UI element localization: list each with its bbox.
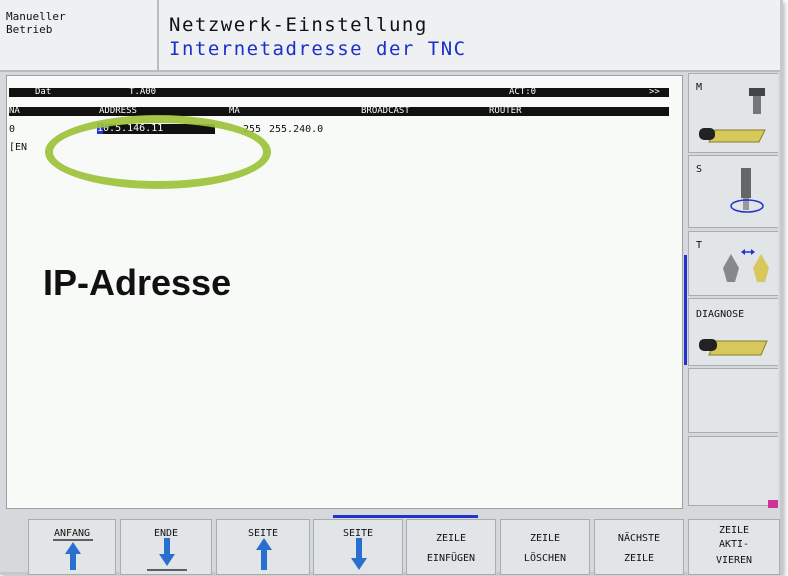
scroll-indicator bbox=[684, 255, 687, 365]
active-softkey-indicator bbox=[333, 515, 478, 518]
softkey-zeile-aktivieren-line3: VIEREN bbox=[715, 555, 753, 566]
column-header-router: ROUTER bbox=[489, 106, 522, 116]
tnc-screen: Manueller Betrieb Netzwerk-Einstellung I… bbox=[0, 0, 783, 575]
softkey-diagnose-label: DIAGNOSE bbox=[696, 309, 745, 320]
softkey-empty-5[interactable] bbox=[688, 368, 778, 433]
ip-address-annotation: IP-Adresse bbox=[43, 262, 232, 303]
file-name: T.A00 bbox=[129, 87, 157, 97]
softkey-empty-6[interactable] bbox=[688, 436, 778, 506]
softkey-zeile-einfuegen-line1: ZEILE bbox=[435, 533, 467, 544]
status-marker-icon bbox=[768, 500, 778, 508]
softkey-zeile-loeschen[interactable]: ZEILE LÖSCHEN bbox=[500, 519, 590, 575]
end-marker: [EN bbox=[9, 142, 28, 153]
machine-table-icon bbox=[699, 88, 766, 143]
arrow-up-to-top-icon bbox=[53, 539, 93, 570]
softkey-diagnose[interactable]: DIAGNOSE bbox=[688, 298, 778, 366]
highlight-ellipse bbox=[45, 115, 271, 189]
arrow-down-icon bbox=[351, 538, 367, 570]
header: Netzwerk-Einstellung Internetadresse der… bbox=[159, 0, 780, 72]
softkey-m[interactable]: M bbox=[688, 73, 778, 153]
softkey-zeile-aktivieren[interactable]: ZEILE AKTI- VIEREN bbox=[688, 519, 780, 575]
tool-change-icon bbox=[723, 249, 769, 282]
softkey-zeile-aktivieren-line1: ZEILE bbox=[718, 525, 750, 536]
softkey-seite-up[interactable]: SEITE bbox=[216, 519, 310, 575]
arrow-up-icon bbox=[256, 538, 272, 570]
mask-cell-b[interactable]: 255.240.0 bbox=[269, 124, 323, 135]
softkey-ende[interactable]: ENDE bbox=[120, 519, 212, 575]
softkey-seite-down[interactable]: SEITE bbox=[313, 519, 403, 575]
operating-mode-label: Manueller Betrieb bbox=[6, 10, 66, 36]
operating-mode-box: Manueller Betrieb bbox=[0, 0, 159, 72]
softkey-naechste-zeile[interactable]: NÄCHSTE ZEILE bbox=[594, 519, 684, 575]
file-info-bar: Dat T.A00 ACT:0 >> bbox=[9, 88, 669, 97]
softkey-t[interactable]: T bbox=[688, 231, 778, 296]
column-header-address: ADDRESS bbox=[99, 106, 137, 116]
diagnose-machine-icon bbox=[699, 339, 768, 356]
softkey-anfang[interactable]: ANFANG bbox=[28, 519, 116, 575]
column-header-broadcast: BROADCAST bbox=[361, 106, 410, 116]
column-header-nr: NA bbox=[9, 106, 20, 116]
softkey-naechste-zeile-line2: ZEILE bbox=[623, 553, 655, 564]
active-indicator: ACT:0 bbox=[509, 87, 537, 97]
softkey-naechste-zeile-line1: NÄCHSTE bbox=[617, 533, 661, 544]
more-indicator: >> bbox=[649, 87, 660, 97]
softkey-zeile-einfuegen-line2: EINFÜGEN bbox=[426, 553, 476, 564]
spindle-icon bbox=[730, 168, 764, 213]
arrow-down-to-end-icon bbox=[147, 538, 187, 571]
softkey-zeile-loeschen-line2: LÖSCHEN bbox=[523, 553, 567, 564]
column-header-bar: NA ADDRESS MA BROADCAST ROUTER bbox=[9, 107, 669, 116]
softkey-zeile-loeschen-line1: ZEILE bbox=[529, 533, 561, 544]
page-title: Netzwerk-Einstellung bbox=[169, 14, 428, 36]
main-window: Dat T.A00 ACT:0 >> NA ADDRESS MA BROADCA… bbox=[6, 75, 683, 509]
page-subtitle: Internetadresse der TNC bbox=[169, 38, 467, 60]
row-index: 0 bbox=[9, 124, 16, 135]
softkey-zeile-aktivieren-line2: AKTI- bbox=[718, 539, 750, 550]
softkey-zeile-einfuegen[interactable]: ZEILE EINFÜGEN bbox=[406, 519, 496, 575]
softkey-s[interactable]: S bbox=[688, 155, 778, 228]
file-label: Dat bbox=[35, 87, 52, 97]
column-header-mask: MA bbox=[229, 106, 240, 116]
